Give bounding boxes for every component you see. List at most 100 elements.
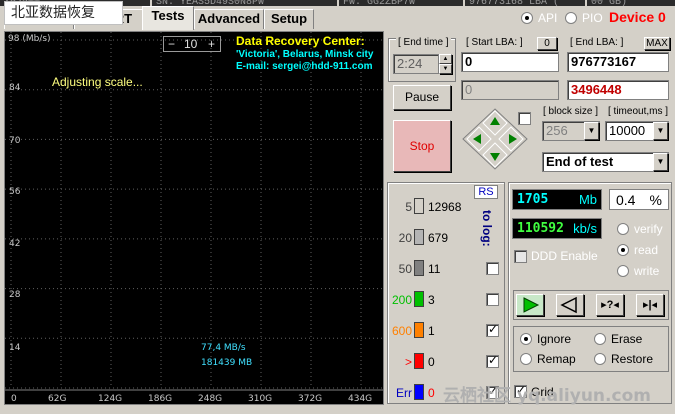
pause-button[interactable]: Pause	[393, 85, 451, 110]
x-tick-label: 310G	[248, 394, 273, 404]
position-readout: 181439 MB	[201, 358, 253, 368]
end-time-input[interactable]: 2:24	[393, 54, 439, 74]
x-tick-label: 0	[11, 394, 17, 404]
end-time-down-button[interactable]: ▼	[439, 64, 452, 74]
counter-label: 5	[405, 200, 412, 214]
ignore-radio[interactable]	[520, 333, 532, 345]
read-radio[interactable]	[617, 244, 629, 256]
counter-value: 3	[428, 293, 435, 307]
skip-to-end-button[interactable]: ▸|◂	[636, 294, 664, 316]
end-lba-input[interactable]: 976773167	[567, 52, 669, 72]
zoom-control: − 10 +	[163, 36, 221, 52]
watermark-text: 云栖社区 yq.aliyun.com	[443, 386, 651, 406]
to-log-label: to log:	[480, 210, 494, 247]
x-tick-label: 62G	[48, 394, 67, 404]
log-checkbox[interactable]	[486, 322, 499, 337]
counter-value: 0	[428, 386, 435, 400]
counter-label: >	[404, 355, 412, 369]
x-tick-label: 124G	[98, 394, 123, 404]
erase-radio[interactable]	[594, 333, 606, 345]
lba-option-checkbox[interactable]	[518, 112, 531, 125]
speed-graph: 98 (Mb/s) 84 70 56 42 28 14 0 62G 124G 1…	[4, 31, 384, 405]
nav-right-button[interactable]	[504, 127, 528, 153]
y-axis-unit-label: 98 (Mb/s)	[8, 34, 51, 44]
end-time-label: [ End time ]	[396, 37, 451, 48]
ignore-label: Ignore	[537, 332, 572, 346]
tab-setup[interactable]: Setup	[264, 9, 314, 29]
log-checkbox[interactable]	[486, 262, 499, 275]
speed-value: 110592	[517, 221, 564, 236]
read-label: read	[634, 243, 659, 257]
pio-radio[interactable]	[565, 12, 577, 24]
log-checkbox[interactable]	[486, 353, 499, 368]
timeout-label: [ timeout,ms ]	[606, 106, 671, 117]
timeout-dropdown-icon[interactable]: ▼	[653, 122, 668, 140]
end-time-up-button[interactable]: ▲	[439, 54, 452, 64]
erase-label: Erase	[611, 332, 643, 346]
rewind-button[interactable]	[556, 294, 584, 316]
end-action-select[interactable]: End of test	[542, 152, 669, 172]
x-tick-label: 186G	[148, 394, 173, 404]
nav-left-button[interactable]	[462, 127, 486, 153]
write-radio[interactable]	[617, 265, 629, 277]
progress-percent-unit: %	[649, 192, 662, 208]
log-checkbox[interactable]	[486, 293, 499, 306]
drc-location: 'Victoria', Belarus, Minsk city	[236, 49, 374, 60]
remap-radio[interactable]	[520, 353, 532, 365]
x-tick-label: 248G	[198, 394, 223, 404]
counter-color-swatch	[414, 384, 424, 400]
counter-value: 11	[428, 262, 441, 276]
counter-value: 0	[428, 355, 435, 369]
rs-button[interactable]: RS	[474, 185, 498, 199]
device-label[interactable]: Device 0	[609, 9, 666, 25]
processed-mb-unit: Mb	[578, 192, 597, 207]
api-label: API	[538, 11, 558, 25]
adjusting-scale-text: Adjusting scale...	[52, 75, 143, 89]
counter-value: 679	[428, 231, 449, 245]
api-radio[interactable]	[521, 12, 533, 24]
counter-label: 20	[398, 231, 412, 245]
zoom-value: 10	[184, 37, 198, 51]
speed-unit: kb/s	[573, 221, 597, 236]
ddd-enable-checkbox[interactable]	[514, 250, 527, 263]
end-action-dropdown-icon[interactable]: ▼	[653, 153, 668, 171]
x-tick-label: 434G	[348, 394, 373, 404]
verify-label: verify	[634, 222, 663, 236]
tab-tests[interactable]: Tests	[142, 6, 194, 30]
counter-label: 50	[398, 262, 412, 276]
start-lba-input[interactable]: 0	[461, 52, 559, 72]
speed-readout: 77,4 MB/s	[201, 343, 246, 353]
remap-label: Remap	[537, 352, 576, 366]
x-tick-label: 372G	[298, 394, 323, 404]
drc-email: E-mail: sergei@hdd-911.com	[236, 61, 373, 72]
block-size-dropdown-icon[interactable]: ▼	[584, 122, 599, 140]
drive-firmware-cell: FW: GG2ZBP7W	[339, 0, 463, 6]
start-lba-label: [ Start LBA: ]	[464, 37, 525, 48]
tab-advanced[interactable]: Advanced	[194, 9, 264, 29]
y-tick-label: 56	[9, 187, 21, 197]
skip-unknown-button[interactable]: ▸?◂	[596, 294, 624, 316]
play-button[interactable]	[516, 294, 544, 316]
counter-label: Err	[396, 386, 412, 400]
y-tick-label: 42	[9, 239, 21, 249]
drive-size-cell: 00 GB)	[587, 0, 675, 6]
counter-value: 12968	[428, 200, 462, 214]
counter-label: 600	[391, 324, 412, 338]
zoom-minus-button[interactable]: −	[168, 37, 175, 51]
restore-radio[interactable]	[594, 353, 606, 365]
current-lba-field: 3496448	[567, 80, 669, 100]
stop-button[interactable]: Stop	[393, 120, 451, 172]
progress-percent-box: 0.4 %	[609, 189, 669, 210]
end-lba-max-button[interactable]: MAX	[644, 37, 670, 50]
y-tick-label: 84	[9, 83, 21, 93]
pio-label: PIO	[582, 11, 603, 25]
block-size-label: [ block size ]	[541, 106, 601, 117]
counter-color-swatch	[414, 229, 424, 245]
watermark-overlay-label: 北亚数据恢复	[4, 1, 123, 25]
start-lba-zero-button[interactable]: 0	[537, 37, 557, 50]
processed-mb-box: 1705 Mb	[512, 189, 602, 210]
verify-radio[interactable]	[617, 223, 629, 235]
zoom-plus-button[interactable]: +	[208, 37, 215, 51]
drive-capacity-cell: 976773168 LBA (	[465, 0, 585, 6]
counter-color-swatch	[414, 353, 424, 369]
